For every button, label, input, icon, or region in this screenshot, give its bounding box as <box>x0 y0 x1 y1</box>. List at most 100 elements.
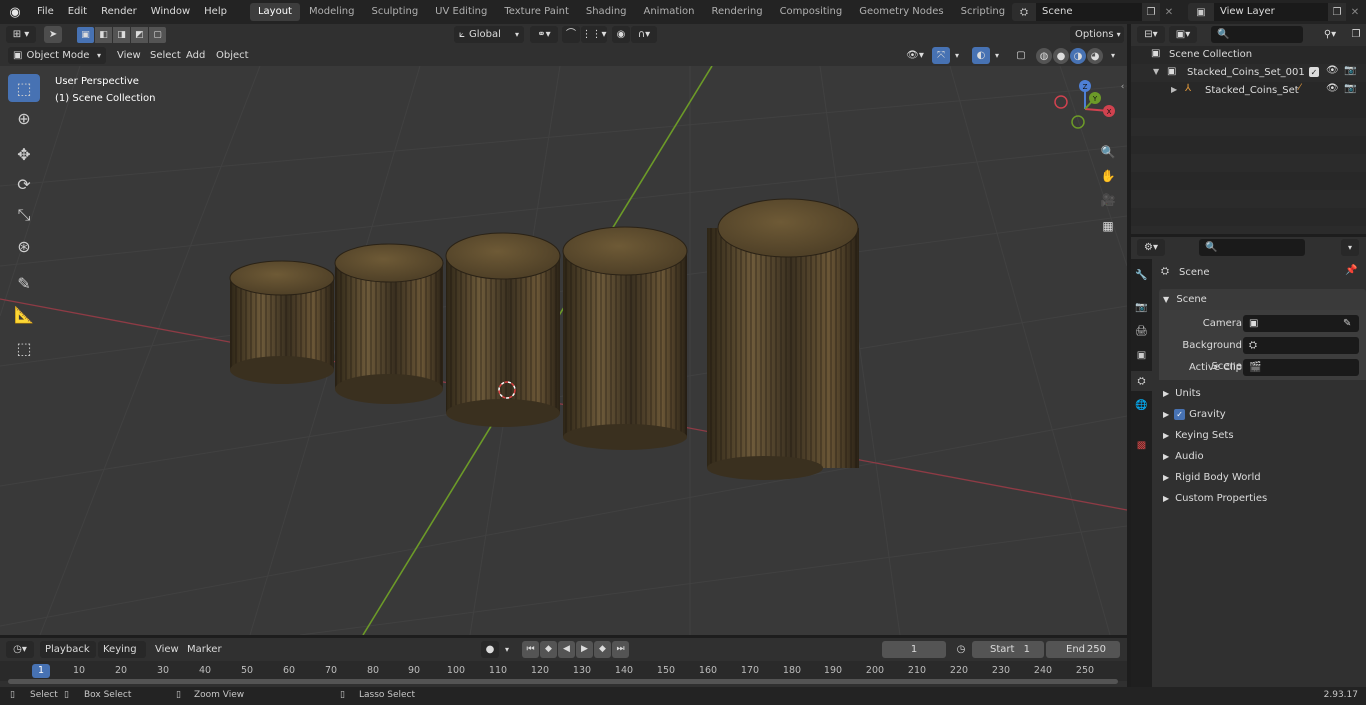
tab-layout[interactable]: Layout <box>249 3 300 21</box>
coin-stack-5[interactable] <box>707 198 859 480</box>
stopwatch-icon[interactable]: ◷ <box>952 641 970 658</box>
exclude-checkbox-icon[interactable]: ✓ <box>1309 67 1319 77</box>
wireframe-shading-icon[interactable]: ◍ <box>1036 48 1052 64</box>
proportional-edit-icon[interactable]: ◉ <box>612 26 630 43</box>
menu-add[interactable]: Add <box>181 47 210 64</box>
play-icon[interactable]: ▶ <box>576 641 593 658</box>
background-scene-field[interactable]: ⛭ <box>1243 337 1359 354</box>
falloff-icon[interactable]: ∩▾ <box>631 26 657 43</box>
end-frame-field[interactable]: End 250 <box>1046 641 1120 658</box>
select-new-icon[interactable]: ▣ <box>77 27 94 43</box>
menu-select[interactable]: Select <box>145 47 186 64</box>
rigid-body-world-section[interactable]: ▶ Rigid Body World <box>1159 467 1366 488</box>
units-section[interactable]: ▶ Units <box>1159 383 1366 404</box>
editor-type-icon[interactable]: ⊞ ▾ <box>6 26 36 43</box>
tab-compositing[interactable]: Compositing <box>772 3 851 21</box>
start-frame-field[interactable]: Start 1 <box>972 641 1044 658</box>
frame-ruler[interactable]: 1 10 20 30 40 50 60 70 80 90 100 110 120… <box>0 661 1127 681</box>
tab-animation[interactable]: Animation <box>636 3 703 21</box>
texture-tab-icon[interactable]: ▩ <box>1133 437 1150 454</box>
camera-view-icon[interactable]: 🎥 <box>1098 190 1118 210</box>
render-camera-icon[interactable]: 📷 <box>1344 83 1356 94</box>
coin-stack-3[interactable] <box>445 232 561 427</box>
tool-tab-icon[interactable]: 🔧 <box>1133 267 1150 284</box>
gizmo-toggle-icon[interactable]: ⤧ <box>932 47 950 64</box>
properties-options-icon[interactable]: ▾ <box>1341 239 1359 256</box>
scene-selector[interactable]: ⛭ Scene ❐ ✕ <box>1012 2 1182 22</box>
transform-orientation-dropdown[interactable]: ⟀ Global ▾ <box>454 26 524 43</box>
options-dropdown[interactable]: Options ▾ <box>1070 26 1124 43</box>
select-box-tool[interactable]: ⬚ <box>8 74 40 102</box>
prev-keyframe-icon[interactable]: ◆ <box>540 641 557 658</box>
view-layer-tab-icon[interactable]: ▣ <box>1133 347 1150 364</box>
tab-scripting[interactable]: Scripting <box>953 3 1013 21</box>
visibility-eye-icon[interactable]: 👁 <box>1326 83 1339 94</box>
next-keyframe-icon[interactable]: ◆ <box>594 641 611 658</box>
select-subtract-icon[interactable]: ◨ <box>113 27 130 43</box>
jump-end-icon[interactable]: ⏭ <box>612 641 629 658</box>
render-camera-icon[interactable]: 📷 <box>1344 65 1356 76</box>
tab-uv-editing[interactable]: UV Editing <box>427 3 495 21</box>
new-scene-icon[interactable]: ❐ <box>1142 3 1160 21</box>
gizmo-dropdown-icon[interactable]: ▾ <box>950 47 964 64</box>
select-intersect-icon[interactable]: ▢ <box>149 27 166 43</box>
expand-arrow-icon[interactable]: ▶ <box>1171 85 1177 94</box>
move-tool[interactable]: ✥ <box>8 140 40 168</box>
tweak-tool-icon[interactable]: ➤ <box>44 26 62 43</box>
coin-stack-1[interactable] <box>229 260 335 384</box>
menu-file[interactable]: File <box>30 0 61 24</box>
keying-sets-section[interactable]: ▶ Keying Sets <box>1159 425 1366 446</box>
audio-section[interactable]: ▶ Audio <box>1159 446 1366 467</box>
marker-menu[interactable]: Marker <box>182 641 227 658</box>
current-frame-field[interactable]: 1 <box>882 641 946 658</box>
camera-field[interactable]: ▣ <box>1243 315 1359 332</box>
auto-key-dropdown-icon[interactable]: ▾ <box>500 641 514 658</box>
pin-icon[interactable]: 📌 <box>1345 265 1357 276</box>
tab-sculpting[interactable]: Sculpting <box>363 3 426 21</box>
eyedropper-icon[interactable]: ✎ <box>1343 313 1351 334</box>
menu-window[interactable]: Window <box>144 0 197 24</box>
outliner-row-collection[interactable]: ▼ ▣ Stacked_Coins_Set_001 ✓ 👁 📷 <box>1131 64 1366 82</box>
object-mode-dropdown[interactable]: ▣ Object Mode ▾ <box>8 47 106 64</box>
menu-view[interactable]: View <box>112 47 146 64</box>
keying-menu[interactable]: Keying ▾ <box>98 641 146 671</box>
tab-shading[interactable]: Shading <box>578 3 635 21</box>
visibility-icon[interactable]: 👁▾ <box>900 47 930 64</box>
cursor-tool[interactable]: ⊕ <box>8 104 40 132</box>
view-layer-name-field[interactable]: View Layer <box>1214 3 1328 21</box>
active-clip-field[interactable]: 🎬 <box>1243 359 1359 376</box>
render-tab-icon[interactable]: 📷 <box>1133 299 1150 316</box>
tab-rendering[interactable]: Rendering <box>703 3 770 21</box>
tab-geometry-nodes[interactable]: Geometry Nodes <box>851 3 951 21</box>
output-tab-icon[interactable]: 🖨 <box>1133 323 1150 340</box>
outliner-row-scene-collection[interactable]: ▣ Scene Collection <box>1131 46 1366 64</box>
close-scene-icon[interactable]: ✕ <box>1160 3 1178 21</box>
tab-texture-paint[interactable]: Texture Paint <box>496 3 577 21</box>
snap-target-icon[interactable]: ⋮⋮▾ <box>581 26 607 43</box>
new-collection-icon[interactable]: ❐ <box>1347 26 1365 43</box>
world-tab-icon[interactable]: 🌐 <box>1133 397 1150 414</box>
rotate-tool[interactable]: ⟳ <box>8 170 40 198</box>
shading-dropdown-icon[interactable]: ▾ <box>1106 47 1120 64</box>
scale-tool[interactable]: ⤡ <box>8 201 40 229</box>
outliner-search-input[interactable]: 🔍 <box>1211 26 1303 43</box>
outliner-row-object[interactable]: ▶ ⅄ Stacked_Coins_Set ⁄ 👁 📷 <box>1131 82 1366 100</box>
properties-editor-type-icon[interactable]: ⚙▾ <box>1137 239 1165 256</box>
material-shading-icon[interactable]: ◑ <box>1070 48 1086 64</box>
snap-toggle-icon[interactable]: ⌒ <box>562 26 580 43</box>
properties-search-input[interactable]: 🔍 <box>1199 239 1305 256</box>
coin-stack-2[interactable] <box>334 243 444 404</box>
blender-logo-icon[interactable]: ◉ <box>0 0 30 24</box>
measure-tool[interactable]: 📐 <box>8 300 40 328</box>
display-mode-icon[interactable]: ▣▾ <box>1169 26 1197 43</box>
custom-properties-section[interactable]: ▶ Custom Properties <box>1159 488 1366 509</box>
viewport-scene[interactable] <box>0 66 1127 635</box>
gravity-checkbox[interactable]: ✓ <box>1174 408 1186 420</box>
menu-render[interactable]: Render <box>94 0 144 24</box>
menu-help[interactable]: Help <box>197 0 234 24</box>
perspective-toggle-icon[interactable]: ▦ <box>1098 216 1118 236</box>
navigation-gizmo[interactable]: Z X Y <box>1050 74 1120 144</box>
filter-icon[interactable]: ⚲▾ <box>1317 26 1343 43</box>
jump-start-icon[interactable]: ⏮ <box>522 641 539 658</box>
timeline-scrollbar[interactable] <box>8 679 1118 684</box>
